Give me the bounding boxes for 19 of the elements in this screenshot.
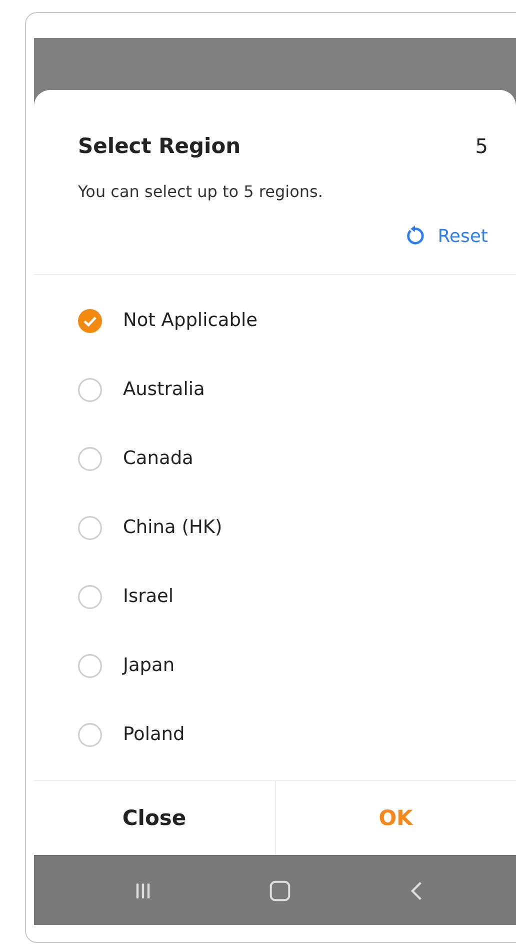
selection-count: 5 [475, 134, 488, 158]
region-option[interactable]: China (HK) [78, 493, 516, 562]
radio-icon[interactable] [78, 446, 102, 470]
region-option[interactable]: Australia [78, 355, 516, 424]
radio-icon[interactable] [78, 378, 102, 402]
radio-icon[interactable] [78, 722, 102, 746]
region-option[interactable]: Israel [78, 562, 516, 631]
region-option[interactable]: Japan [78, 631, 516, 700]
region-option[interactable]: Poland [78, 700, 516, 769]
reset-button[interactable]: Reset [404, 225, 488, 247]
dialog-subtitle: You can select up to 5 regions. [78, 182, 324, 201]
checked-radio-icon[interactable] [78, 308, 102, 332]
region-option[interactable]: Not Applicable [78, 286, 516, 355]
radio-icon[interactable] [78, 584, 102, 608]
home-icon[interactable] [268, 880, 291, 902]
radio-icon[interactable] [78, 516, 102, 540]
dialog-title: Select Region [78, 134, 241, 158]
radio-icon[interactable] [78, 654, 102, 678]
region-option[interactable]: Canada [78, 424, 516, 493]
